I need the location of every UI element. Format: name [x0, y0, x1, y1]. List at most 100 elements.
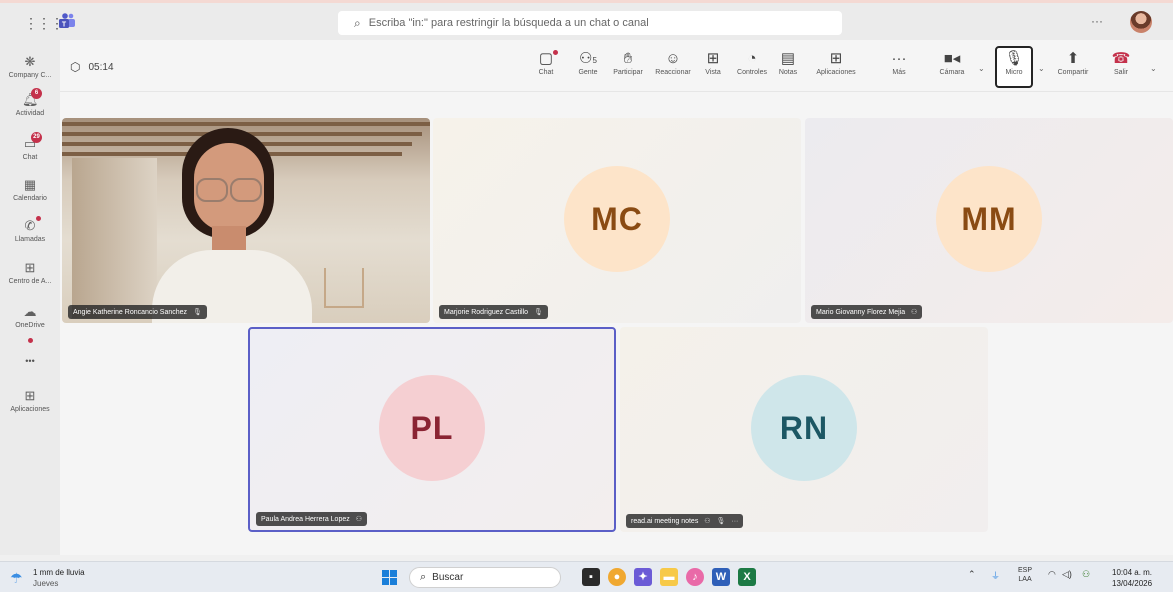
- clock-date: 13/04/2026: [1112, 579, 1153, 588]
- chrome-icon[interactable]: ●: [608, 568, 626, 586]
- word-icon[interactable]: W: [712, 568, 730, 586]
- people-icon[interactable]: ⚇: [1082, 569, 1090, 580]
- rail-item-activity[interactable]: 🔔︎ 6 Actividad: [0, 88, 60, 117]
- meeting-timer: ⬡ 05:14: [70, 60, 114, 74]
- search-input[interactable]: ⌕ Escriba "in:" para restringir la búsqu…: [338, 11, 842, 35]
- language-code: ESP: [1018, 567, 1033, 574]
- weather-day: Jueves: [33, 579, 59, 588]
- keyboard-layout: LAA: [1018, 576, 1032, 583]
- rail-item-company[interactable]: ❋ Company C...: [0, 54, 60, 79]
- leave-button[interactable]: ☎︎ Salir: [1108, 50, 1134, 76]
- notes-label: Notas: [778, 69, 798, 76]
- excel-icon[interactable]: X: [738, 568, 756, 586]
- share-button[interactable]: ⬆ Compartir: [1051, 50, 1095, 76]
- windows-start-icon[interactable]: [382, 570, 397, 585]
- mic-button-content[interactable]: 🎙︎ Micro: [997, 50, 1031, 76]
- apps-grid-icon: ⊞: [24, 260, 36, 275]
- rail-item-label: Aplicaciones: [10, 406, 50, 413]
- participant-avatar: MC: [564, 166, 670, 272]
- svg-text:T: T: [62, 22, 67, 29]
- more-icon: [22, 338, 38, 354]
- music-app-icon[interactable]: ♪: [686, 568, 704, 586]
- react-button[interactable]: ☺ Reaccionar: [652, 50, 694, 76]
- show-hidden-icons-chevron-icon[interactable]: ⌃: [968, 569, 976, 580]
- user-avatar[interactable]: [1130, 11, 1152, 33]
- share-icon: ⬆: [1066, 50, 1080, 67]
- react-label: Reaccionar: [655, 69, 691, 76]
- task-view-icon[interactable]: ▪: [582, 568, 600, 586]
- rail-item-label: Actividad: [15, 110, 45, 117]
- clock-time: 10:04 a. m.: [1112, 568, 1153, 577]
- more-options-icon[interactable]: ···: [1091, 14, 1103, 28]
- camera-button[interactable]: ■◂ Cámara: [936, 50, 968, 76]
- people-icon: ⚇: [911, 309, 918, 316]
- rail-item-label: Chat: [22, 154, 38, 161]
- more-dot: [28, 338, 33, 343]
- meeting-area: ⬡ 05:14 ▢ Chat ⚇5 Gente ✋︎ Participar ☺ …: [60, 40, 1173, 555]
- participant-name-label: Mario Giovanny Florez Mejia ⚇: [811, 305, 923, 319]
- camera-options-chevron-icon[interactable]: ⌄: [978, 64, 985, 73]
- mic-off-icon: 🎙︎: [192, 309, 202, 316]
- controls-button[interactable]: ◔ Controles: [732, 50, 772, 76]
- view-grid-icon: ⊞: [706, 50, 720, 67]
- people-count: 5: [592, 56, 597, 65]
- rail-item-chat[interactable]: ▭ 29 Chat: [0, 132, 60, 161]
- mic-options-chevron-icon[interactable]: ⌄: [1038, 64, 1045, 73]
- people-button[interactable]: ⚇5 Gente: [573, 50, 603, 76]
- language-indicator[interactable]: ESP LAA: [1018, 566, 1032, 584]
- teams-logo-icon: T: [59, 13, 75, 29]
- participant-tile[interactable]: RN read.ai meeting notes ⚇ 🎙︎ ···: [620, 327, 988, 532]
- wifi-icon[interactable]: ◠: [1048, 569, 1056, 580]
- more-label: Más: [892, 69, 906, 76]
- calendar-icon: ▦: [23, 177, 37, 192]
- participant-avatar: PL: [379, 375, 485, 481]
- ceiling-beam: [62, 122, 430, 126]
- cloud-icon: ☁︎: [23, 304, 37, 319]
- participant-tile-video[interactable]: Angie Katherine Roncancio Sanchez 🎙︎: [62, 118, 430, 323]
- apps-button[interactable]: ⊞ Aplicaciones: [805, 50, 867, 76]
- rail-item-apps-center[interactable]: ⊞ Centro de A...: [0, 260, 60, 285]
- participant-name: Mario Giovanny Florez Mejia: [816, 309, 906, 316]
- participant-name-label: Angie Katherine Roncancio Sanchez 🎙︎: [68, 305, 207, 319]
- calls-dot: [36, 216, 41, 221]
- usb-icon[interactable]: ⏚: [991, 569, 1000, 582]
- view-button[interactable]: ⊞ Vista: [701, 50, 725, 76]
- camera-icon: ■◂: [943, 50, 961, 67]
- bell-icon: 🔔︎ 6: [22, 88, 42, 108]
- copilot-icon[interactable]: ✦: [634, 568, 652, 586]
- view-label: Vista: [705, 69, 721, 76]
- rail-item-onedrive[interactable]: ☁︎ OneDrive: [0, 304, 60, 329]
- mic-off-icon: 🎙︎: [1004, 50, 1024, 67]
- video-feed: [62, 118, 430, 323]
- rail-item-label: Llamadas: [14, 236, 46, 243]
- taskbar-search-input[interactable]: ⌕ Buscar: [409, 567, 561, 588]
- participant-name-label: Marjorie Rodriguez Castillo 🎙︎: [439, 305, 548, 319]
- more-button[interactable]: ··· Más: [888, 50, 910, 76]
- hangup-icon: ☎︎: [1111, 50, 1131, 67]
- rail-item-applications[interactable]: ⊞ Aplicaciones: [0, 388, 60, 413]
- rail-item-more[interactable]: •••: [0, 338, 60, 366]
- leave-options-chevron-icon[interactable]: ⌄: [1150, 64, 1157, 73]
- org-icon: ❋: [24, 54, 36, 69]
- camera-label: Cámara: [939, 69, 965, 76]
- volume-icon[interactable]: ◁): [1062, 569, 1072, 580]
- notes-button[interactable]: ▤ Notas: [775, 50, 801, 76]
- participant-tile-active-speaker[interactable]: PL Paula Andrea Herrera Lopez ⚇: [248, 327, 616, 532]
- chair: [324, 268, 364, 308]
- raise-hand-button[interactable]: ✋︎ Participar: [608, 50, 648, 76]
- system-clock[interactable]: 10:04 a. m. 13/04/2026: [1112, 567, 1152, 589]
- file-explorer-icon[interactable]: ▬: [660, 568, 678, 586]
- chat-icon: ▭ 29: [22, 132, 42, 152]
- chat-label: Chat: [538, 69, 554, 76]
- chat-button[interactable]: ▢ Chat: [534, 50, 558, 76]
- participant-tile[interactable]: MC Marjorie Rodriguez Castillo 🎙︎: [433, 118, 801, 323]
- participant-name: Paula Andrea Herrera Lopez: [261, 516, 350, 523]
- people-icon: ⚇: [704, 518, 711, 525]
- rail-item-calendar[interactable]: ▦ Calendario: [0, 177, 60, 202]
- controls-label: Controles: [737, 69, 767, 76]
- left-rail: ❋ Company C... 🔔︎ 6 Actividad ▭ 29 Chat ▦ …: [0, 40, 60, 555]
- more-icon[interactable]: ···: [731, 518, 738, 525]
- participant-tile[interactable]: MM Mario Giovanny Florez Mejia ⚇: [805, 118, 1173, 323]
- rail-item-calls[interactable]: ✆ Llamadas: [0, 216, 60, 243]
- mic-label: Micro: [1005, 69, 1023, 76]
